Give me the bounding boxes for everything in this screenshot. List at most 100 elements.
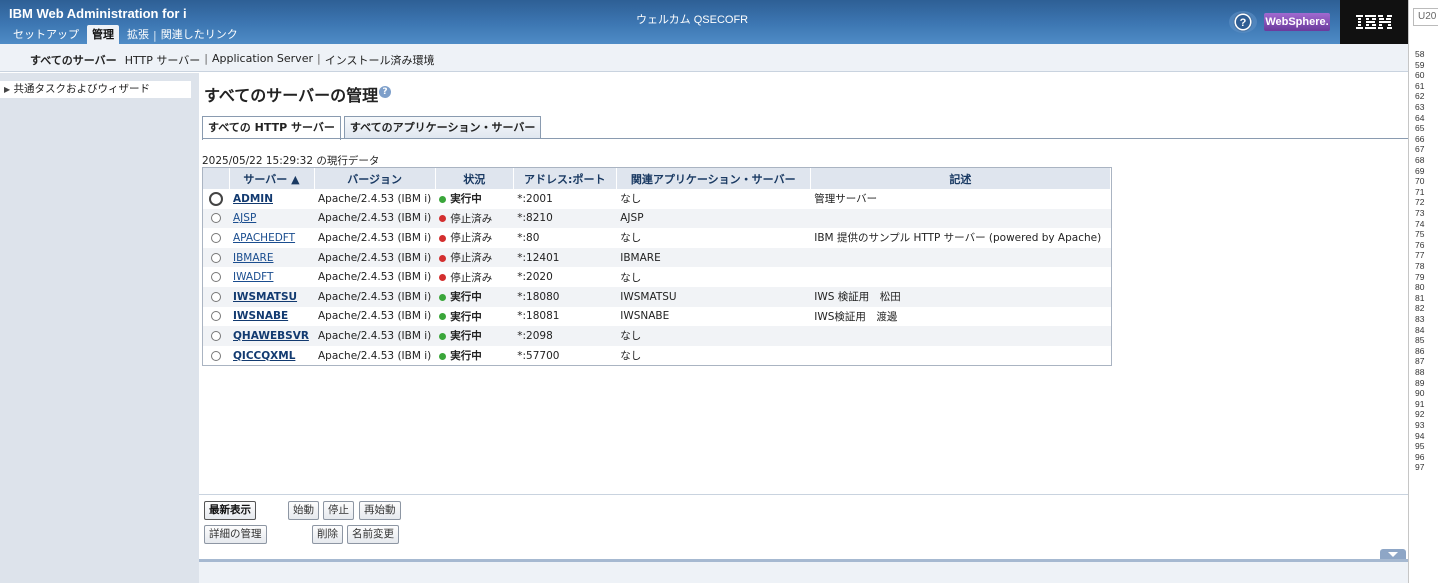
nav-related-links[interactable]: 関連したリンク: [157, 26, 242, 44]
version-cell: Apache/2.4.53 (IBM i): [314, 326, 436, 346]
server-link[interactable]: APACHEDFT: [233, 232, 295, 244]
main-content: すべてのサーバーの管理 ? すべての HTTP サーバー すべてのアプリケーショ…: [199, 73, 1408, 583]
nav-setup[interactable]: セットアップ: [9, 26, 83, 44]
leftnav-item-label: 共通タスクおよびウィザード: [13, 83, 151, 95]
server-link[interactable]: AJSP: [233, 212, 256, 224]
row-select-radio[interactable]: [211, 213, 221, 224]
nav-manage[interactable]: 管理: [87, 25, 119, 44]
version-cell: Apache/2.4.53 (IBM i): [318, 310, 432, 323]
line-number: 80: [1415, 282, 1425, 293]
ibm-logo: [1340, 0, 1408, 44]
stop-button[interactable]: 停止: [323, 501, 354, 520]
app-server-cell: AJSP: [616, 208, 811, 229]
subnav-http-servers[interactable]: HTTP サーバー: [121, 52, 205, 68]
delete-button[interactable]: 削除: [312, 525, 343, 544]
table-row[interactable]: ADMIN Apache/2.4.53 (IBM i) 実行中 *:2001 なし 管理サ…: [203, 189, 1111, 209]
table-row[interactable]: IWSNABE Apache/2.4.53 (IBM i) 実行中 *:18081 IW…: [203, 307, 1111, 327]
server-link[interactable]: IWADFT: [233, 271, 273, 283]
tab-all-http-servers[interactable]: すべての HTTP サーバー: [202, 116, 341, 140]
running-status-icon: [439, 332, 447, 340]
row-radio-cell: [203, 346, 229, 366]
running-status-icon: [439, 352, 447, 360]
server-link[interactable]: IWSNABE: [233, 310, 288, 322]
row-radio-cell: [203, 247, 229, 268]
header-server[interactable]: サーバー ▲: [229, 168, 315, 189]
start-button[interactable]: 始動: [288, 501, 319, 520]
line-number: 77: [1415, 250, 1425, 261]
table-row[interactable]: IWSMATSU Apache/2.4.53 (IBM i) 実行中 *:18080 I…: [203, 286, 1111, 307]
server-name-cell: APACHEDFT: [229, 228, 314, 248]
table-row[interactable]: QHAWEBSVR Apache/2.4.53 (IBM i) 実行中 *:2098 な…: [203, 326, 1111, 346]
help-icon[interactable]: ?: [379, 86, 391, 98]
row-select-radio[interactable]: [211, 232, 221, 243]
line-number-ruler: U20 58 59 60 61 62 63 64 65 66 67 68 69 70 71 72 73 74 75…: [1408, 0, 1438, 583]
table-row[interactable]: AJSP Apache/2.4.53 (IBM i) 停止済み *:8210 AJSP: [203, 208, 1111, 229]
row-select-radio[interactable]: [211, 272, 221, 283]
refresh-button[interactable]: 最新表示: [204, 501, 256, 520]
line-number: 79: [1415, 271, 1425, 282]
server-name-cell: IWSMATSU: [229, 286, 314, 307]
status-cell: 停止済み: [435, 267, 513, 287]
address-cell: *:2001: [517, 192, 553, 205]
server-name-cell: QHAWEBSVR: [229, 326, 314, 346]
nav-advanced[interactable]: 拡張: [123, 26, 153, 44]
status-text: 実行中: [450, 330, 482, 343]
server-link[interactable]: ADMIN: [233, 193, 273, 205]
help-icon[interactable]: ?: [1228, 10, 1258, 34]
tab-divider: [202, 138, 1408, 139]
line-number: 83: [1415, 314, 1425, 324]
line-number: 84: [1415, 324, 1425, 335]
table-row[interactable]: QICCQXML Apache/2.4.53 (IBM i) 実行中 *:57700 な…: [203, 346, 1111, 366]
server-link[interactable]: IWSMATSU: [233, 291, 297, 303]
row-select-radio[interactable]: [211, 350, 221, 361]
running-status-icon: [439, 313, 447, 321]
line-number: 95: [1415, 441, 1425, 452]
header-version: バージョン: [314, 168, 436, 189]
row-radio-cell: [203, 208, 229, 229]
version-cell: Apache/2.4.53 (IBM i): [314, 286, 436, 307]
status-text: 実行中: [450, 350, 482, 363]
running-status-icon: [439, 195, 447, 203]
server-link[interactable]: QICCQXML: [233, 350, 295, 362]
table-row[interactable]: APACHEDFT Apache/2.4.53 (IBM i) 停止済み *:80 なし…: [203, 228, 1111, 248]
restart-button[interactable]: 再始動: [359, 501, 401, 520]
running-status-icon: [439, 293, 447, 301]
server-link[interactable]: QHAWEBSVR: [233, 330, 309, 342]
server-name-cell: QICCQXML: [229, 346, 314, 366]
subnav-application-server[interactable]: Application Server: [208, 52, 317, 68]
row-select-radio[interactable]: [211, 311, 221, 322]
line-number: 90: [1415, 388, 1425, 399]
collapse-icon[interactable]: [1380, 549, 1406, 559]
table-row[interactable]: IBMARE Apache/2.4.53 (IBM i) 停止済み *:12401 IB…: [203, 247, 1111, 268]
line-number: 59: [1415, 59, 1425, 70]
status-cell: 実行中: [435, 326, 514, 346]
tab-all-app-servers[interactable]: すべてのアプリケーション・サーバー: [343, 116, 542, 139]
row-select-radio[interactable]: [211, 291, 221, 302]
server-link[interactable]: IBMARE: [233, 252, 273, 264]
line-number: 72: [1415, 197, 1425, 208]
subnav-all-servers[interactable]: すべてのサーバー: [26, 52, 121, 68]
address-cell: *:80: [517, 231, 540, 244]
description-cell: [810, 326, 1111, 346]
row-radio-cell: [203, 307, 229, 327]
manage-details-button[interactable]: 詳細の管理: [204, 525, 267, 544]
rename-button[interactable]: 名前変更: [347, 525, 399, 544]
line-number: 97: [1415, 462, 1425, 473]
row-select-radio[interactable]: [211, 330, 221, 341]
description-cell: 管理サーバー: [814, 193, 878, 206]
line-number: 64: [1415, 112, 1425, 123]
server-name-cell: IWADFT: [229, 267, 314, 287]
status-cell: 実行中: [435, 189, 513, 209]
line-number: 71: [1415, 186, 1425, 197]
row-select-radio[interactable]: [211, 252, 221, 263]
description-cell: [810, 267, 1110, 287]
table-row[interactable]: IWADFT Apache/2.4.53 (IBM i) 停止済み *:2020 なし: [203, 267, 1111, 287]
ruler-input[interactable]: U20: [1413, 8, 1438, 26]
stopped-status-icon: [439, 274, 447, 282]
subnav-installations[interactable]: インストール済み環境: [321, 52, 439, 68]
app-server-cell: なし: [620, 232, 642, 245]
leftnav-common-tasks[interactable]: ▶ 共通タスクおよびウィザード: [0, 81, 191, 98]
row-select-radio[interactable]: [209, 191, 223, 206]
app-server-cell: なし: [616, 326, 811, 346]
server-tabs: すべての HTTP サーバー すべてのアプリケーション・サーバー: [202, 116, 544, 140]
